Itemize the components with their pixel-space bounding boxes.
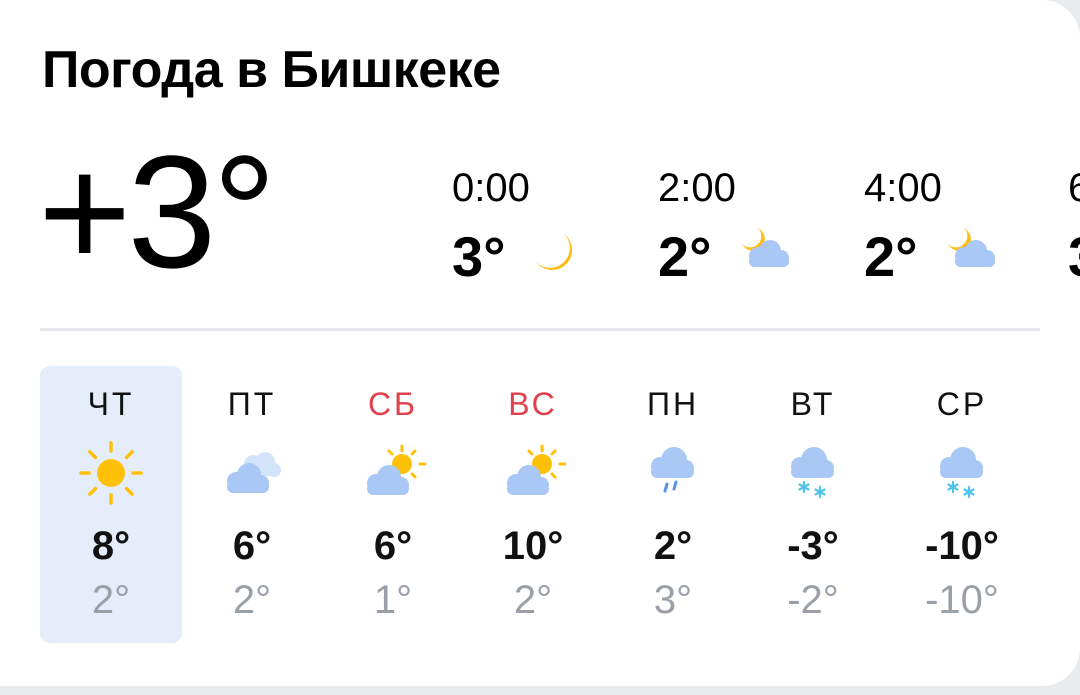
day-low-temp: 2° xyxy=(232,578,272,622)
moon-icon xyxy=(536,234,572,270)
day-high-temp: 2° xyxy=(653,524,693,568)
day-item-tue[interactable]: ВТ -3° -2° xyxy=(742,366,884,643)
partly-cloudy-icon xyxy=(367,444,426,495)
day-low-temp: -10° xyxy=(925,578,999,622)
hour-temperature: 3 xyxy=(1068,224,1080,289)
day-low-temp: 2° xyxy=(91,578,131,622)
snow-icon xyxy=(791,447,834,499)
day-name: СР xyxy=(936,386,988,422)
divider xyxy=(40,328,1040,331)
cloudy-icon xyxy=(227,452,281,493)
hour-item[interactable]: 2:00 2° xyxy=(658,166,858,296)
hour-time: 4:00 xyxy=(864,166,942,210)
day-name: ПТ xyxy=(227,386,277,422)
day-item-fri[interactable]: ПТ 6° 2° xyxy=(181,366,323,643)
day-item-mon[interactable]: ПН 2° 3° xyxy=(602,366,744,643)
day-name: СБ xyxy=(367,386,419,422)
partly-cloudy-icon xyxy=(507,444,566,495)
day-item-sat[interactable]: СБ 6° 1° xyxy=(322,366,464,643)
day-high-temp: 8° xyxy=(91,524,131,568)
hour-item[interactable]: 4:00 2° xyxy=(864,166,1064,296)
day-name: ПН xyxy=(646,386,700,422)
hour-temperature: 2° xyxy=(864,225,918,288)
day-high-temp: 6° xyxy=(232,524,272,568)
current-temperature: +3° xyxy=(38,122,276,301)
day-low-temp: 1° xyxy=(373,578,413,622)
hour-item[interactable]: 6 3 xyxy=(1068,166,1080,296)
day-name: ВС xyxy=(508,386,558,422)
weather-card: Погода в Бишкеке +3° 0:00 3° 2:00 2° 4:0… xyxy=(0,0,1080,686)
hour-time: 0:00 xyxy=(452,166,530,210)
sun-icon xyxy=(79,441,143,505)
day-high-temp: 6° xyxy=(373,524,413,568)
hour-item[interactable]: 0:00 3° xyxy=(452,166,652,296)
hour-time: 2:00 xyxy=(658,166,736,210)
day-low-temp: -2° xyxy=(787,578,839,622)
day-high-temp: -10° xyxy=(925,524,999,568)
day-high-temp: 10° xyxy=(502,524,564,568)
day-item-wed[interactable]: СР -10° -10° xyxy=(891,366,1033,643)
hour-time: 6 xyxy=(1068,166,1080,210)
snow-icon xyxy=(940,447,983,499)
hour-temperature: 2° xyxy=(658,225,712,288)
day-low-temp: 3° xyxy=(653,578,693,622)
moon-cloud-icon xyxy=(742,228,789,267)
day-low-temp: 2° xyxy=(513,578,553,622)
day-item-sun[interactable]: ВС 10° 2° xyxy=(462,366,604,643)
day-name: ВТ xyxy=(790,386,836,422)
day-high-temp: -3° xyxy=(787,524,839,568)
day-item-thu[interactable]: ЧТ 8° 2° xyxy=(40,366,182,643)
moon-icon xyxy=(294,198,347,250)
rain-icon xyxy=(651,447,694,493)
moon-cloud-icon xyxy=(948,228,995,267)
hour-temperature: 3° xyxy=(452,225,506,288)
page-title: Погода в Бишкеке xyxy=(42,41,501,99)
day-name: ЧТ xyxy=(87,386,135,422)
